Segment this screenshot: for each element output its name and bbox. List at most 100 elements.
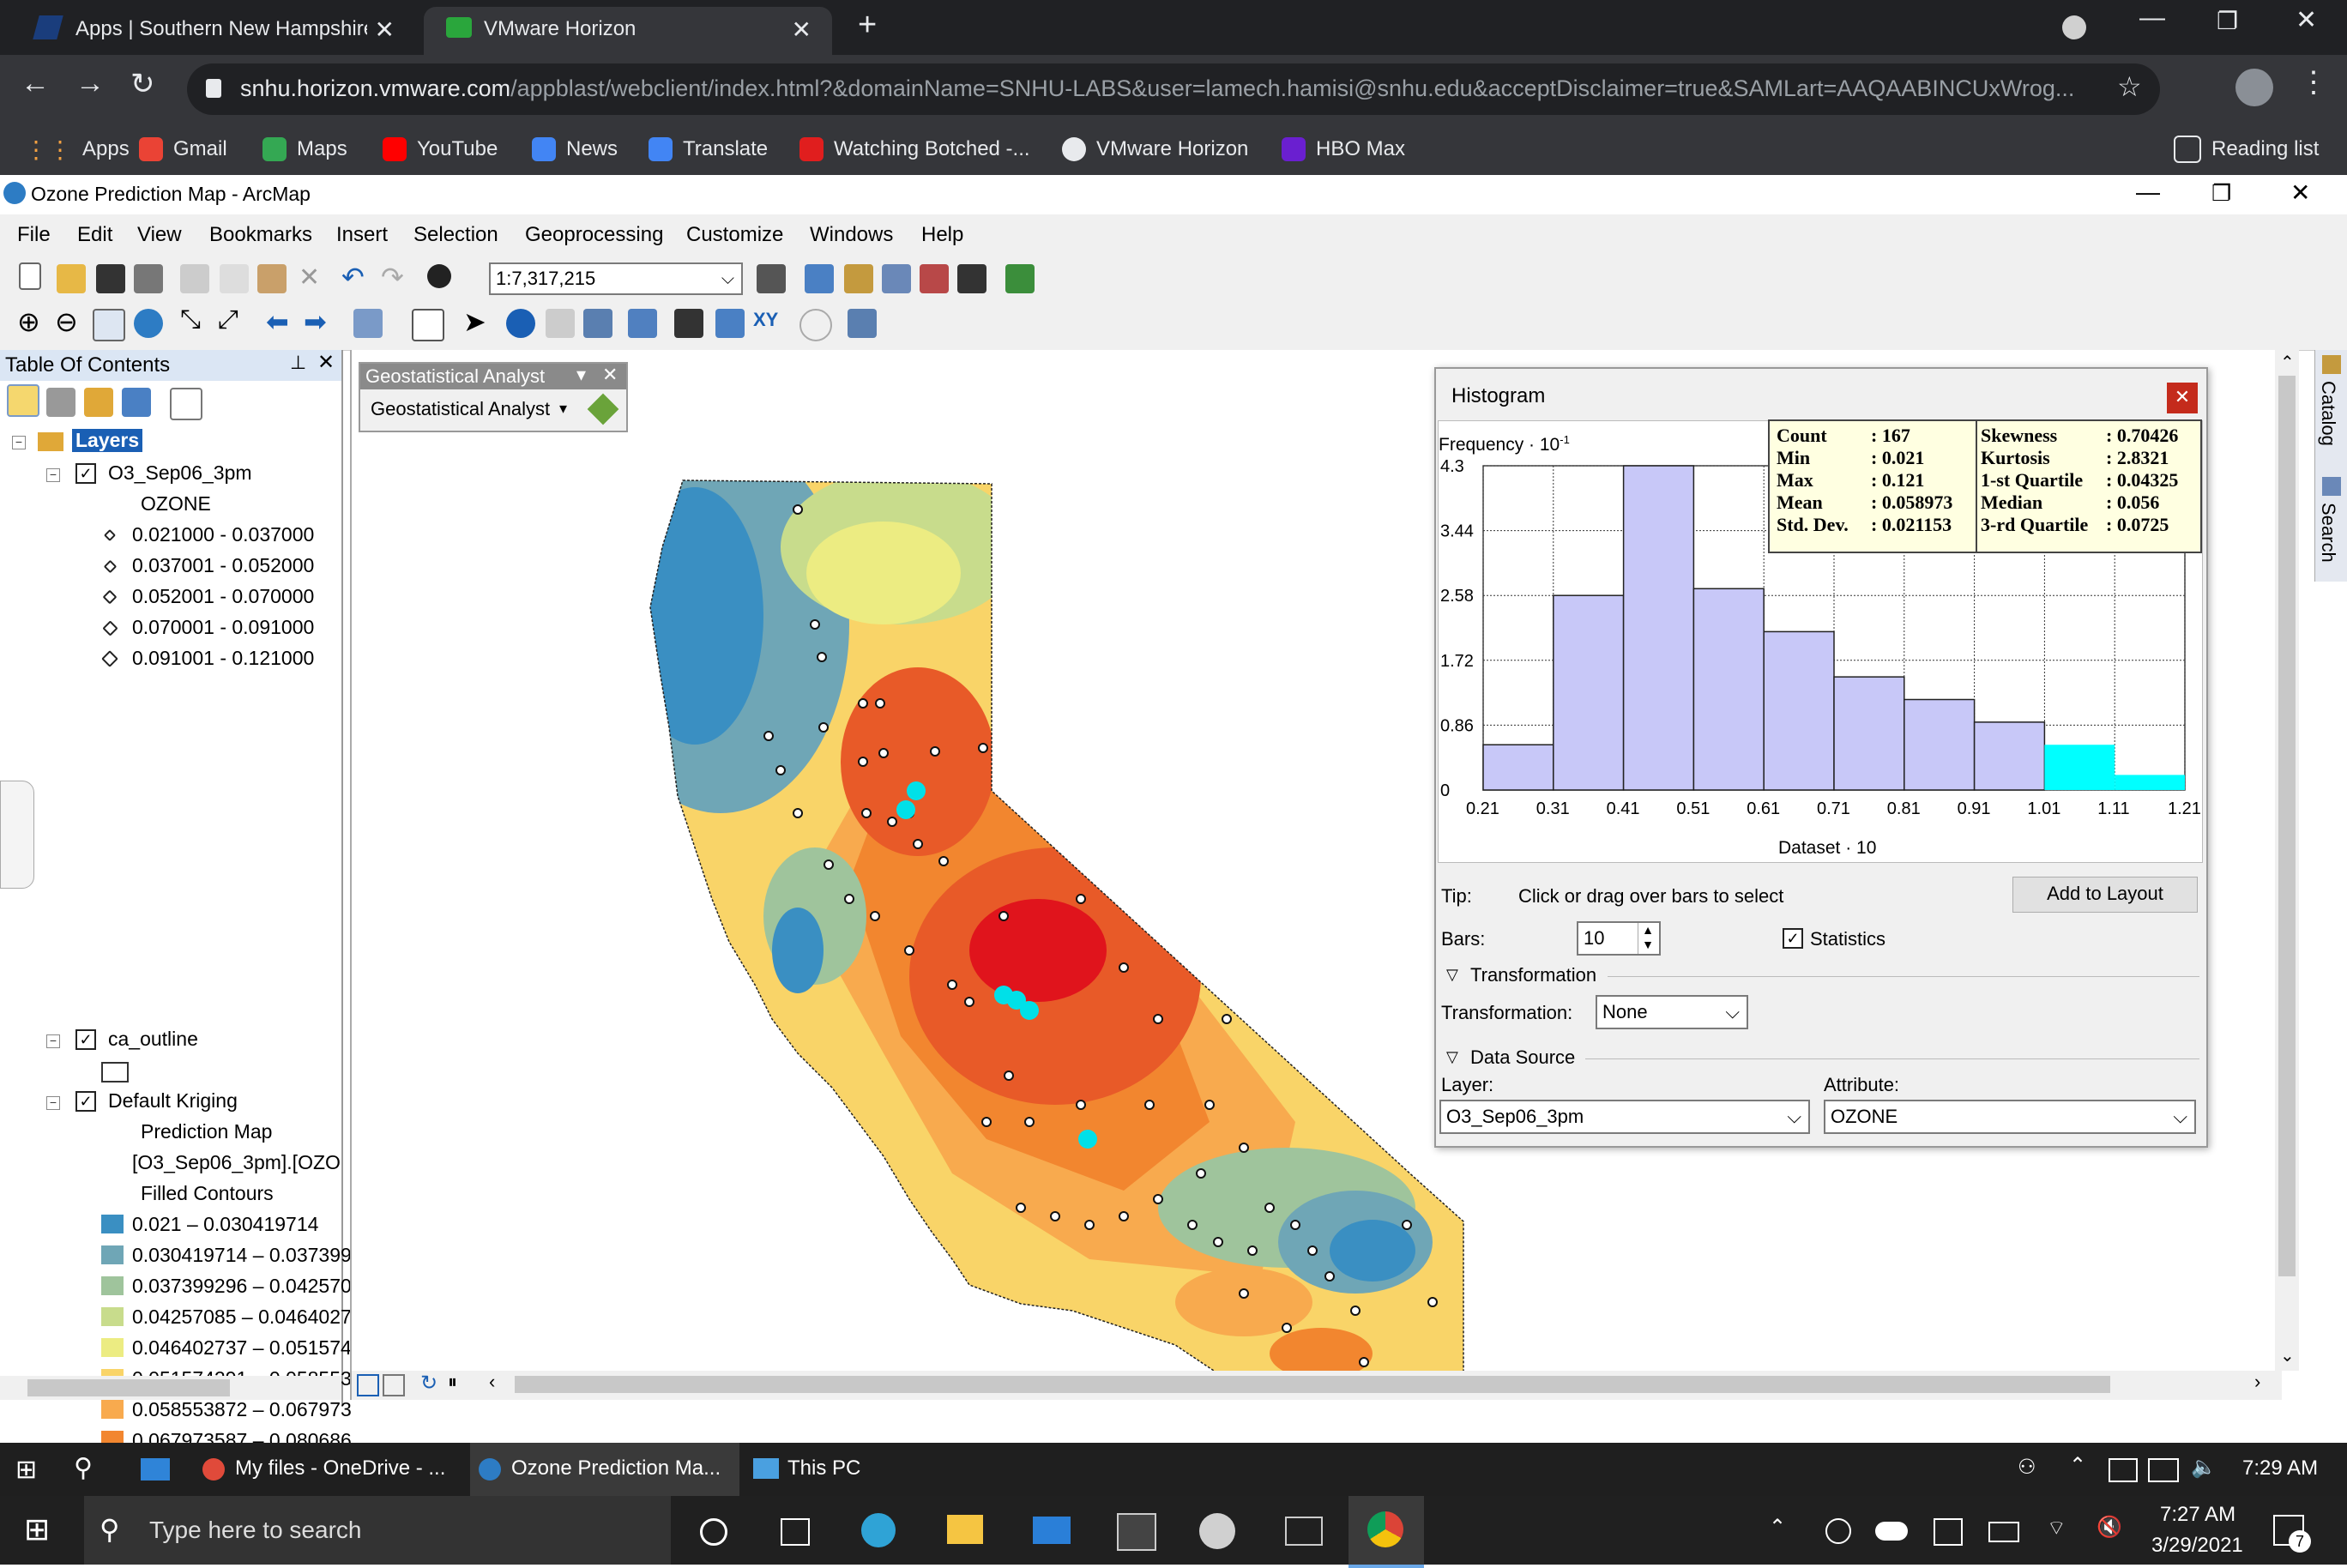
histogram-bar[interactable] — [1692, 588, 1765, 791]
windows-start-icon[interactable]: ⊞ — [24, 1511, 50, 1547]
search-icon[interactable]: ⚲ — [74, 1453, 93, 1483]
catalog-window-icon[interactable] — [844, 264, 873, 293]
redo-icon[interactable]: ↷ — [381, 261, 404, 293]
select-elements-icon[interactable]: ➤ — [463, 305, 486, 338]
bookmark-vmware[interactable]: VMware Horizon — [1062, 130, 1248, 168]
select-features-icon[interactable] — [353, 309, 383, 338]
layer-ca-outline-name[interactable]: ca_outline — [108, 1028, 198, 1051]
horizontal-scrollbar-thumb[interactable] — [515, 1376, 2110, 1393]
find-route-icon[interactable] — [715, 309, 745, 338]
bookmark-news[interactable]: News — [532, 130, 618, 168]
new-document-icon[interactable] — [19, 262, 41, 290]
close-window-icon[interactable]: ✕ — [2296, 5, 2317, 35]
add-to-layout-button[interactable]: Add to Layout — [2012, 877, 2198, 913]
bookmark-gmail[interactable]: Gmail — [139, 130, 227, 168]
refresh-icon[interactable]: ↻ — [420, 1371, 437, 1396]
chevron-down-icon[interactable]: ▾ — [576, 364, 586, 386]
menu-view[interactable]: View — [137, 223, 182, 247]
mail-icon[interactable] — [141, 1458, 170, 1481]
taskbar-chrome[interactable] — [1348, 1496, 1424, 1568]
device-icon[interactable] — [1934, 1518, 1963, 1546]
clear-selection-icon[interactable] — [412, 309, 444, 341]
editor-toolbar-icon[interactable] — [757, 264, 786, 293]
reading-list-button[interactable]: Reading list — [2174, 130, 2319, 168]
scroll-up-icon[interactable]: ⌃ — [2280, 352, 2295, 373]
pan-icon[interactable] — [93, 309, 125, 341]
scroll-right-icon[interactable]: › — [2254, 1371, 2260, 1393]
search-window-icon[interactable] — [882, 264, 911, 293]
table-of-contents-icon[interactable] — [805, 264, 834, 293]
layer-select[interactable]: O3_Sep06_3pm ⌵ — [1439, 1100, 1810, 1134]
collapse-icon[interactable]: − — [12, 436, 26, 449]
data-view-icon[interactable] — [357, 1374, 379, 1396]
search-side-tab[interactable]: Search — [2318, 477, 2344, 580]
catalog-side-tab[interactable]: Catalog — [2318, 355, 2344, 475]
bars-spinner[interactable]: 10 ▲ ▼ — [1577, 921, 1661, 956]
histogram-bar[interactable] — [1904, 698, 1976, 791]
taskbar-item-thispc[interactable]: This PC — [748, 1443, 920, 1496]
restore-icon[interactable]: ❐ — [2217, 7, 2238, 35]
histogram-bar[interactable] — [1973, 721, 2046, 791]
histogram-bar[interactable] — [1553, 594, 1625, 791]
browser-tab-apps[interactable]: Apps | Southern New Hampshire ✕ — [12, 7, 415, 55]
close-tab-icon[interactable]: ✕ — [375, 15, 395, 44]
back-icon[interactable]: ← — [21, 67, 50, 100]
menu-geoprocessing[interactable]: Geoprocessing — [525, 223, 663, 247]
map-vertical-scrollbar[interactable]: ⌃ ⌄ — [2275, 350, 2299, 1371]
hyperlink-icon[interactable] — [546, 309, 575, 338]
save-icon[interactable] — [96, 264, 125, 293]
windows-start-icon[interactable]: ⊞ — [15, 1455, 37, 1485]
histogram-chart-panel[interactable]: 0 0.86 1.72 2.58 3.44 4.3 0.21 0.31 0.41 0.51 0.61… — [1438, 419, 2203, 863]
paste-icon[interactable] — [257, 264, 287, 293]
layer-visibility-checkbox[interactable]: ✓ — [75, 463, 96, 484]
go-to-xy-icon[interactable]: XY — [753, 309, 778, 331]
bookmark-apps[interactable]: ⋮⋮ Apps — [24, 130, 130, 168]
cut-icon[interactable] — [180, 264, 209, 293]
html-popup-icon[interactable] — [583, 309, 612, 338]
minimize-icon[interactable]: — — [2139, 3, 2165, 33]
list-by-visibility-icon[interactable] — [84, 388, 113, 417]
task-view-icon[interactable] — [781, 1518, 810, 1546]
layer-kriging-name[interactable]: Default Kriging — [108, 1089, 238, 1113]
zoom-in-icon[interactable]: ⊕ — [17, 305, 40, 338]
remote-clock[interactable]: 7:29 AM — [2242, 1456, 2318, 1481]
collapse-icon[interactable]: − — [46, 1096, 60, 1110]
bookmark-translate[interactable]: Translate — [649, 130, 768, 168]
browser-tab-vmware[interactable]: VMware Horizon ✕ — [424, 7, 832, 55]
app-icon[interactable] — [1199, 1513, 1235, 1549]
menu-file[interactable]: File — [17, 223, 51, 247]
remote-desktop-icon[interactable] — [1285, 1517, 1323, 1546]
identify-icon[interactable] — [506, 309, 535, 338]
bookmark-youtube[interactable]: YouTube — [383, 130, 498, 168]
restore-icon[interactable]: ❐ — [2211, 180, 2231, 207]
full-extent-icon[interactable] — [134, 309, 163, 338]
reload-icon[interactable]: ↻ — [130, 67, 155, 101]
clock-date[interactable]: 3/29/2021 — [2151, 1534, 2243, 1558]
transformation-select[interactable]: None ⌵ — [1596, 995, 1748, 1029]
scrollbar-thumb[interactable] — [27, 1379, 230, 1396]
people-icon[interactable]: ⚇ — [2018, 1455, 2036, 1480]
layer-visibility-checkbox[interactable]: ✓ — [75, 1091, 96, 1112]
menu-bookmarks[interactable]: Bookmarks — [209, 223, 312, 247]
pause-drawing-icon[interactable]: ⏸ — [448, 1371, 457, 1393]
undo-icon[interactable]: ↶ — [341, 261, 365, 293]
create-viewer-icon[interactable] — [848, 309, 877, 338]
close-tab-icon[interactable]: ✕ — [792, 15, 811, 44]
add-data-icon[interactable] — [427, 264, 451, 288]
histogram-bar[interactable] — [1833, 676, 1905, 791]
profile-avatar[interactable] — [2235, 69, 2273, 106]
fixed-zoom-out-icon[interactable]: ⤢ — [218, 305, 238, 335]
address-bar[interactable]: snhu.horizon.vmware.com/appblast/webclie… — [187, 63, 2160, 115]
network-icon[interactable] — [2148, 1458, 2179, 1482]
arctoolbox-icon[interactable] — [920, 264, 949, 293]
geostatistical-analyst-dropdown[interactable]: Geostatistical Analyst — [371, 398, 550, 420]
go-back-icon[interactable]: ⬅ — [266, 305, 289, 338]
python-window-icon[interactable] — [957, 264, 986, 293]
chevron-down-icon[interactable]: ▽ — [1446, 1048, 1458, 1066]
meet-now-icon[interactable] — [1825, 1518, 1851, 1544]
chevron-up-icon[interactable]: ⌃ — [2069, 1453, 2086, 1478]
store-icon[interactable] — [1117, 1513, 1156, 1551]
chrome-menu-icon[interactable]: ⋮ — [2299, 65, 2328, 100]
list-by-source-icon[interactable] — [46, 388, 75, 417]
go-forward-icon[interactable]: ➡ — [304, 305, 327, 338]
